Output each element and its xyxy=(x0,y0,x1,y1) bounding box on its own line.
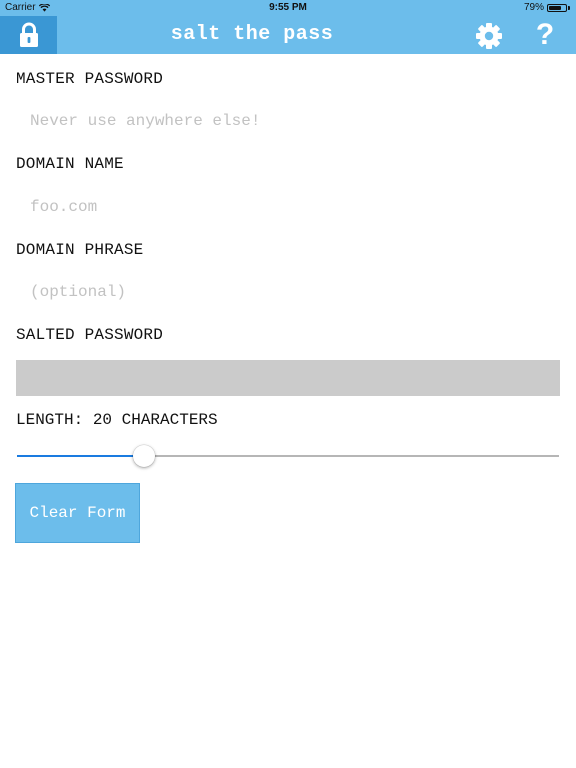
status-bar: Carrier 9:55 PM 79% xyxy=(0,0,576,16)
help-button[interactable]: ? xyxy=(530,18,560,52)
settings-button[interactable] xyxy=(474,22,504,50)
length-slider[interactable] xyxy=(17,444,559,468)
battery-tip xyxy=(568,5,570,10)
battery-level xyxy=(549,5,562,10)
master-password-input[interactable] xyxy=(16,104,560,138)
domain-name-label: DOMAIN NAME xyxy=(16,155,124,173)
status-time: 9:55 PM xyxy=(269,2,307,13)
clear-form-button[interactable]: Clear Form xyxy=(15,483,140,543)
domain-name-input[interactable] xyxy=(16,190,560,224)
battery-icon xyxy=(547,3,567,12)
domain-phrase-label: DOMAIN PHRASE xyxy=(16,241,144,259)
length-label: LENGTH: 20 CHARACTERS xyxy=(16,411,218,429)
salted-password-output[interactable] xyxy=(16,360,560,396)
slider-fill xyxy=(17,455,145,457)
battery-percent: 79% xyxy=(523,2,544,13)
status-battery: 79% xyxy=(524,2,570,13)
salted-password-label: SALTED PASSWORD xyxy=(16,326,164,344)
gear-icon xyxy=(476,23,502,49)
master-password-label: MASTER PASSWORD xyxy=(16,70,164,88)
nav-bar: salt the pass ? xyxy=(0,16,576,54)
domain-phrase-input[interactable] xyxy=(16,275,560,309)
slider-thumb[interactable] xyxy=(133,445,156,467)
app-title: salt the pass xyxy=(170,23,334,46)
lock-button[interactable] xyxy=(0,16,57,54)
lock-icon xyxy=(19,22,38,47)
